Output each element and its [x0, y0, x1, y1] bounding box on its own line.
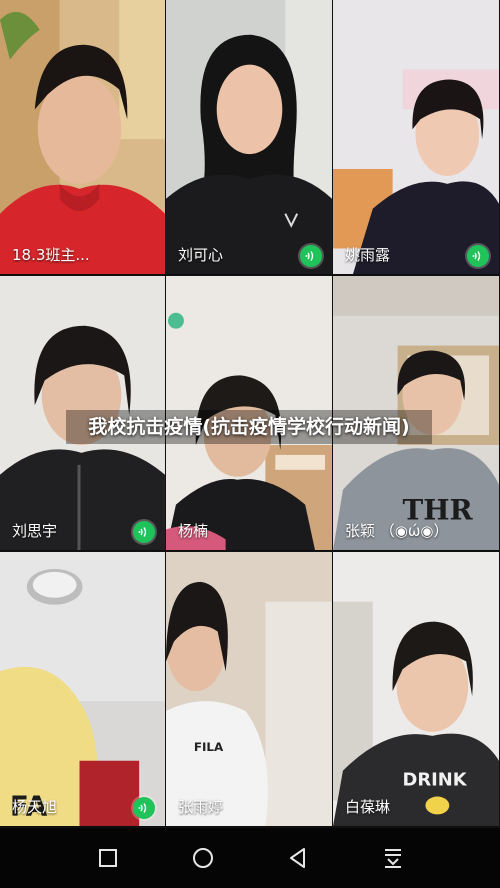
participant-name: 姚雨露: [345, 246, 391, 264]
download-menu-icon: [384, 849, 401, 868]
triangle-back-icon: [289, 848, 305, 868]
participant-tile-3[interactable]: 姚雨露: [333, 0, 500, 276]
participant-tile-2[interactable]: 刘可心: [166, 0, 333, 276]
participant-name: 刘可心: [178, 246, 224, 264]
video-feed-1: [0, 0, 165, 275]
speaking-indicator-icon: [467, 245, 489, 267]
video-feed-8: FILA: [166, 552, 332, 827]
participant-tile-7[interactable]: FA 杨天旭: [0, 552, 166, 828]
participant-name: 杨楠: [178, 522, 209, 540]
system-navigation-bar: [0, 828, 500, 888]
participant-name: 张颖 （◉ώ◉）: [345, 522, 449, 540]
participant-tile-9[interactable]: DRINK 白葆琳: [333, 552, 500, 828]
video-call-screen: 18.3班主... 刘可心 姚雨露 刘思宇 杨楠 THR 张颖 （◉ώ◉） FA…: [0, 0, 500, 888]
participant-name: 杨天旭: [12, 798, 58, 816]
video-feed-3: [333, 0, 499, 275]
participant-tile-1[interactable]: 18.3班主...: [0, 0, 166, 276]
participant-name: 18.3班主...: [12, 246, 90, 264]
participant-tile-8[interactable]: FILA 张雨婷: [166, 552, 333, 828]
back-button[interactable]: [278, 838, 318, 878]
circle-home-icon: [192, 848, 213, 868]
home-button[interactable]: [183, 838, 223, 878]
news-title-overlay: 我校抗击疫情(抗击疫情学校行动新闻): [66, 410, 432, 444]
svg-text:DRINK: DRINK: [403, 770, 468, 791]
video-feed-7: FA: [0, 552, 165, 827]
notification-menu-button[interactable]: [373, 838, 413, 878]
participant-name: 白葆琳: [345, 798, 391, 816]
svg-text:FILA: FILA: [194, 740, 224, 754]
participant-name: 刘思宇: [12, 522, 58, 540]
video-feed-2: [166, 0, 332, 275]
recents-button[interactable]: [88, 838, 128, 878]
speaking-indicator-icon: [133, 521, 155, 543]
video-feed-9: DRINK: [333, 552, 499, 827]
square-recents-icon: [98, 849, 117, 867]
speaking-indicator-icon: [133, 797, 155, 819]
participant-name: 张雨婷: [178, 798, 224, 816]
speaking-indicator-icon: [300, 245, 322, 267]
